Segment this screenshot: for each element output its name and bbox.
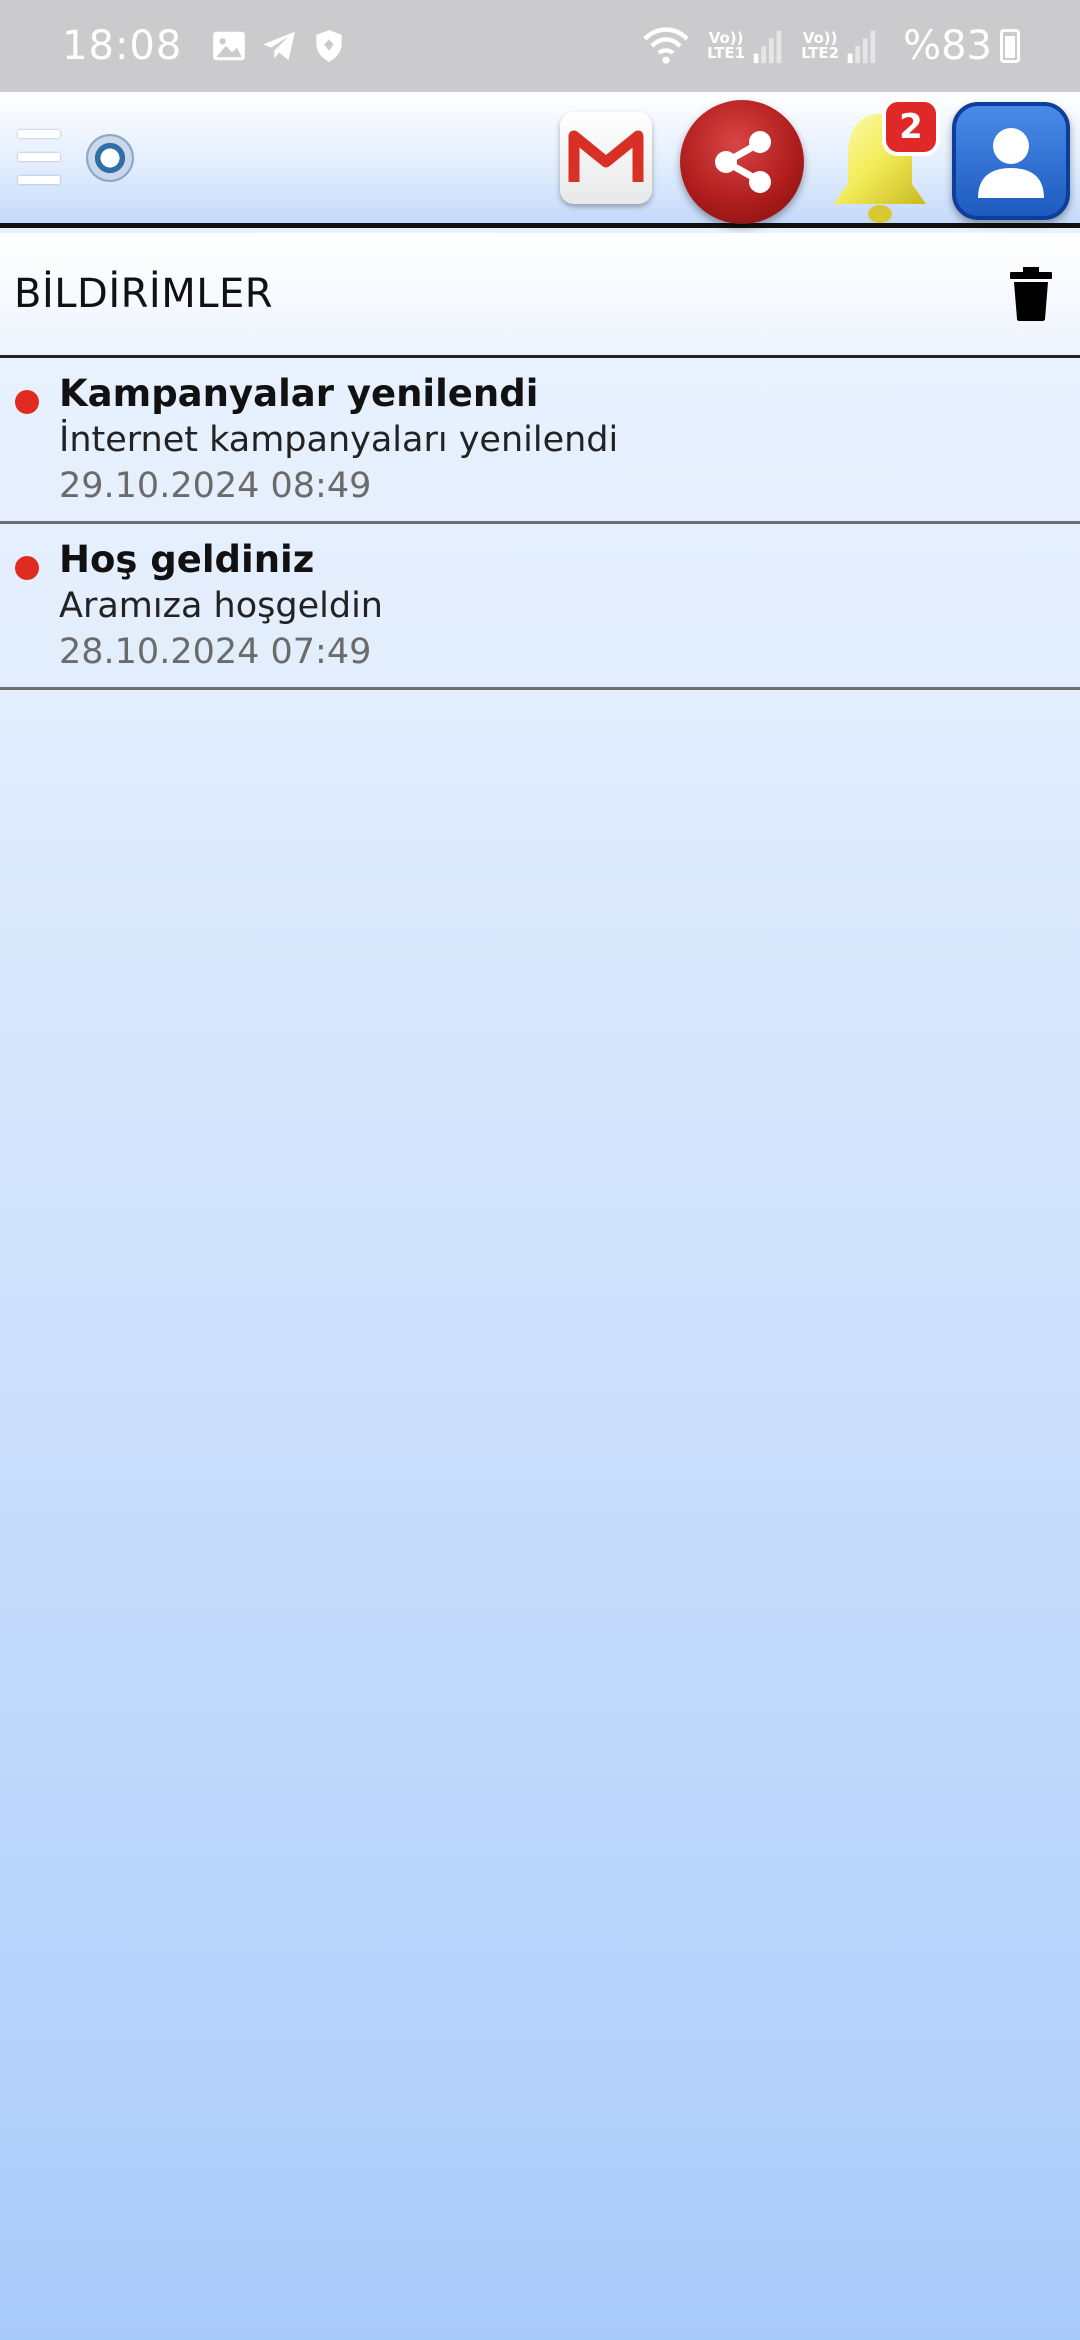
- delete-all-button[interactable]: [1010, 267, 1052, 321]
- share-button[interactable]: [680, 100, 804, 224]
- title-row: BİLDİRİMLER: [0, 233, 1080, 358]
- trash-icon: [1010, 267, 1052, 321]
- notification-date: 28.10.2024 07:49: [59, 632, 372, 672]
- telegram-icon: [263, 31, 296, 61]
- notification-item[interactable]: Kampanyalar yenilendi İnternet kampanyal…: [0, 358, 1080, 524]
- battery-icon: [1000, 29, 1020, 63]
- notification-date: 29.10.2024 08:49: [59, 466, 372, 506]
- status-bar: 18:08 Vo)) LTE1 Vo)) LTE2 %83: [0, 0, 1080, 92]
- notification-title: Kampanyalar yenilendi: [59, 372, 539, 415]
- sim2-label: Vo)) LTE2: [801, 29, 840, 62]
- sim1-label: Vo)) LTE1: [707, 29, 746, 62]
- app-header: 2: [0, 92, 1080, 228]
- gmail-button[interactable]: [560, 112, 652, 204]
- gallery-icon: [213, 31, 246, 61]
- wifi-icon: [643, 27, 689, 64]
- unread-dot: [15, 556, 39, 580]
- app-logo[interactable]: [86, 134, 134, 182]
- status-time: 18:08: [62, 23, 183, 69]
- status-right: Vo)) LTE1 Vo)) LTE2 %83: [643, 23, 1020, 69]
- notification-body: Aramıza hoşgeldin: [59, 586, 383, 626]
- signal-icon-2: [847, 30, 876, 64]
- menu-icon[interactable]: [18, 130, 60, 184]
- notification-count-badge: 2: [882, 98, 940, 156]
- unread-dot: [15, 390, 39, 414]
- share-icon: [715, 131, 771, 193]
- shield-icon: [316, 30, 342, 62]
- notification-item[interactable]: Hoş geldiniz Aramıza hoşgeldin 28.10.202…: [0, 524, 1080, 690]
- notification-body: İnternet kampanyaları yenilendi: [59, 420, 619, 460]
- gmail-icon: [568, 130, 644, 182]
- page-title: BİLDİRİMLER: [14, 271, 274, 317]
- user-icon: [978, 128, 1044, 198]
- signal-icon-1: [753, 30, 782, 64]
- status-left: 18:08: [62, 23, 360, 69]
- notification-title: Hoş geldiniz: [59, 538, 315, 581]
- profile-button[interactable]: [952, 102, 1070, 220]
- battery-percent: %83: [903, 23, 992, 69]
